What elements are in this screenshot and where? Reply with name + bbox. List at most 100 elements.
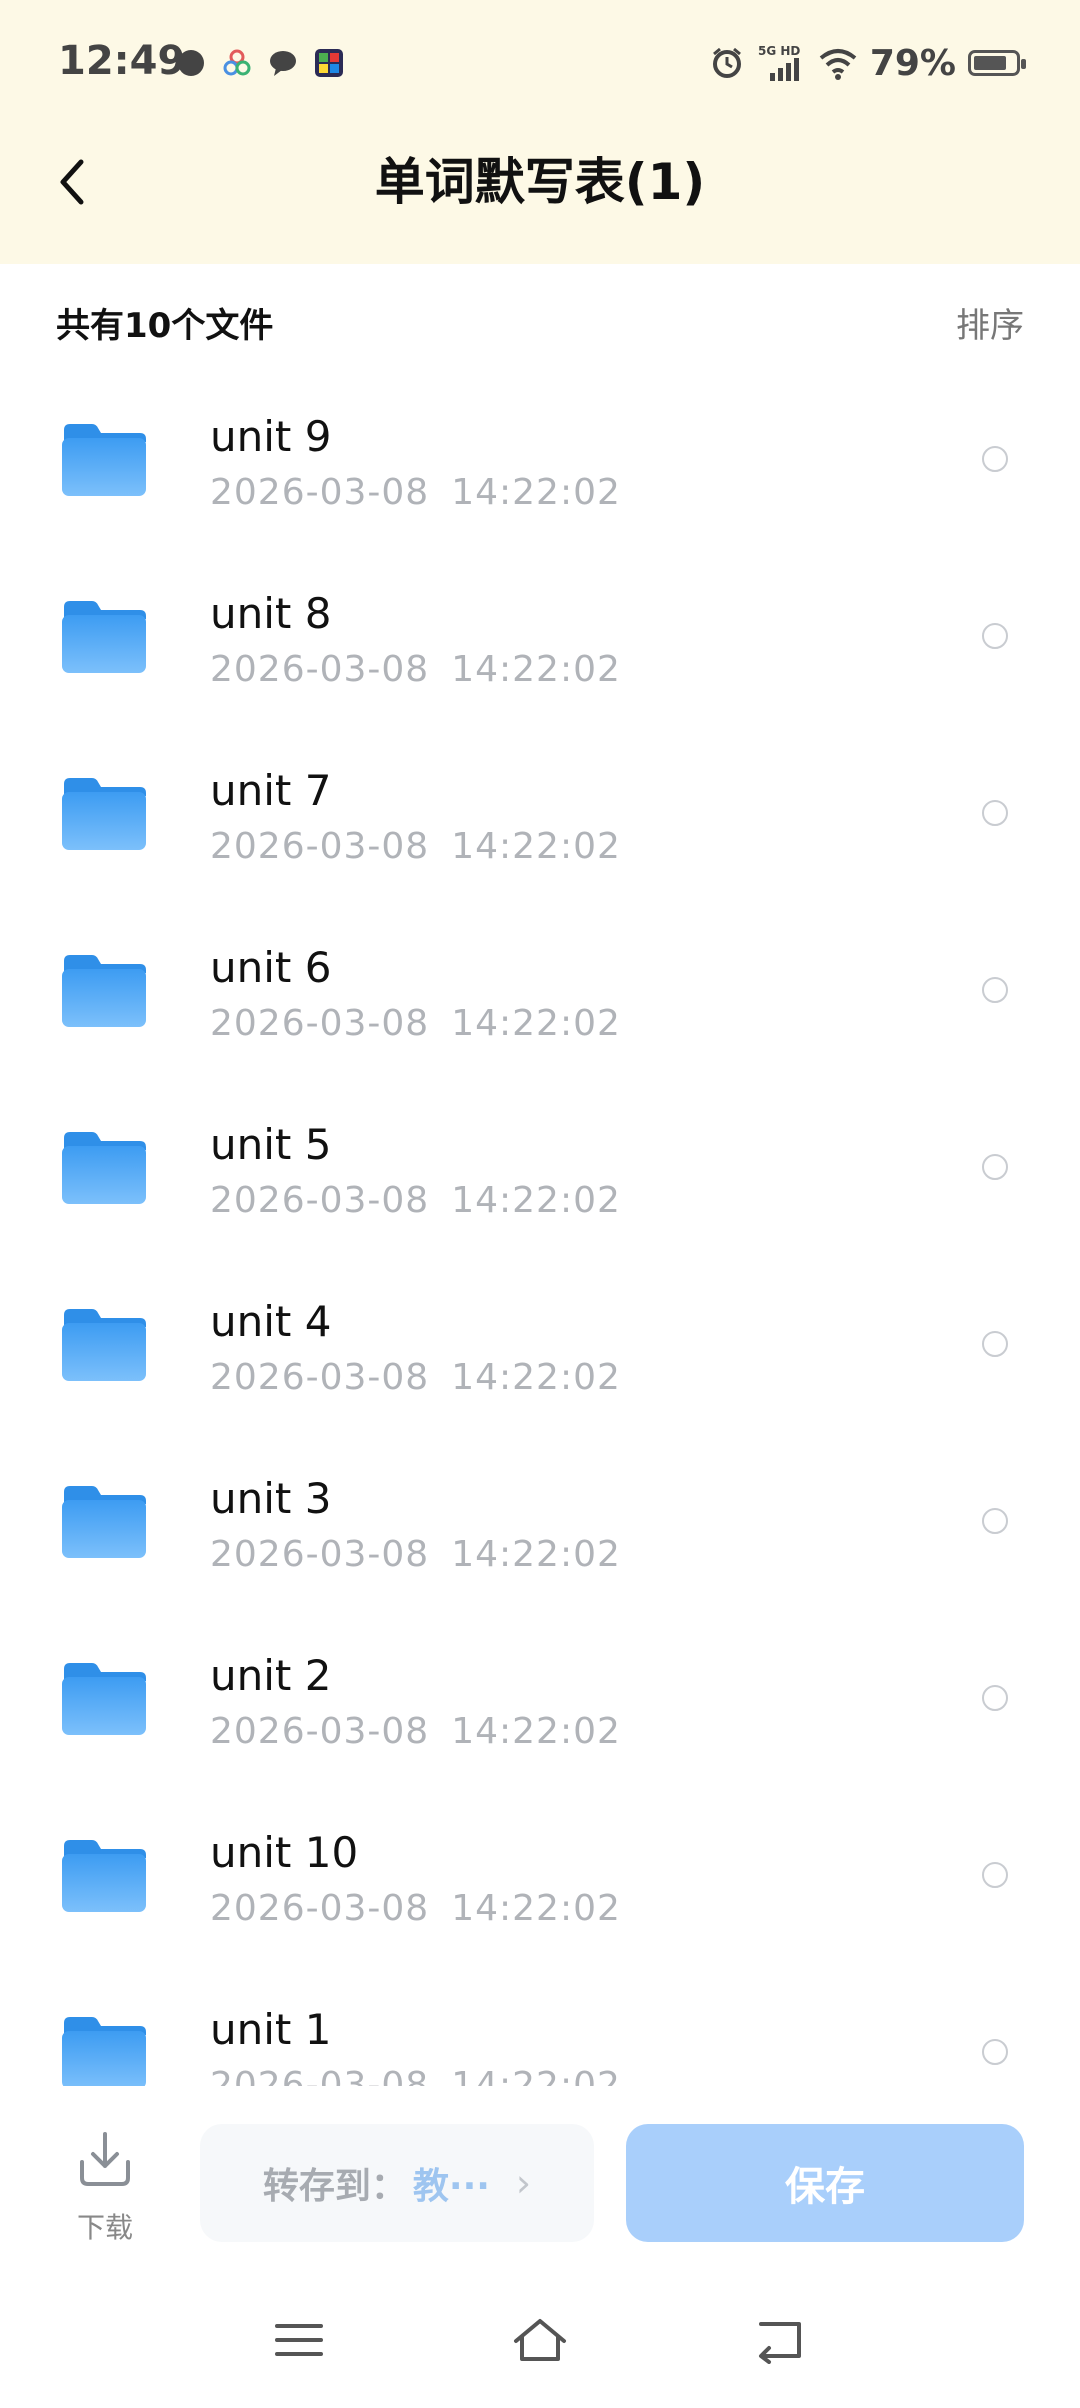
select-radio[interactable]: [982, 977, 1008, 1003]
back-icon: [759, 2322, 801, 2364]
page-title: 单词默写表(1): [374, 153, 706, 211]
file-name: unit 5: [210, 1120, 332, 1169]
file-time: 14:22:02: [451, 472, 621, 513]
file-name: unit 8: [210, 589, 332, 638]
app-grid-icon: [315, 49, 343, 77]
file-date: 2026-03-08: [210, 826, 430, 867]
file-date: 2026-03-08: [210, 1003, 430, 1044]
battery-percent: 79%: [869, 42, 956, 84]
file-modified: 2026-03-08 14:22:02: [210, 472, 621, 513]
file-row[interactable]: unit 6 2026-03-08 14:22:02: [0, 917, 1080, 1094]
signal-icon: 5G HD: [758, 44, 800, 81]
file-modified: 2026-03-08 14:22:02: [210, 2065, 621, 2086]
file-time: 14:22:02: [451, 1534, 621, 1575]
action-bar: 下载 转存到： 教··· › 保存: [0, 2086, 1080, 2272]
file-row[interactable]: unit 5 2026-03-08 14:22:02: [0, 1094, 1080, 1271]
select-radio[interactable]: [982, 1154, 1008, 1180]
file-modified: 2026-03-08 14:22:02: [210, 1711, 621, 1752]
record-dot-icon: [178, 50, 204, 76]
saveto-button[interactable]: 转存到： 教··· ›: [200, 2124, 594, 2242]
file-date: 2026-03-08: [210, 1357, 430, 1398]
select-radio[interactable]: [982, 1508, 1008, 1534]
file-time: 14:22:02: [451, 1357, 621, 1398]
file-time: 14:22:02: [451, 1003, 621, 1044]
chevron-left-icon: [60, 159, 84, 205]
file-time: 14:22:02: [451, 1711, 621, 1752]
file-time: 14:22:02: [451, 649, 621, 690]
saveto-label: 转存到：: [262, 2166, 407, 2207]
download-icon: [80, 2132, 130, 2186]
status-time: 12:49: [58, 38, 186, 84]
saveto-target: 教···: [412, 2166, 490, 2207]
select-radio[interactable]: [982, 1331, 1008, 1357]
select-radio[interactable]: [982, 2039, 1008, 2065]
select-radio[interactable]: [982, 1685, 1008, 1711]
file-modified: 2026-03-08 14:22:02: [210, 1357, 621, 1398]
file-row[interactable]: unit 8 2026-03-08 14:22:02: [0, 563, 1080, 740]
folder-icon: [62, 1309, 146, 1381]
file-row[interactable]: unit 3 2026-03-08 14:22:02: [0, 1448, 1080, 1625]
download-button[interactable]: 下载: [60, 2130, 150, 2244]
file-date: 2026-03-08: [210, 1711, 430, 1752]
file-name: unit 9: [210, 412, 332, 461]
folder-icon: [62, 955, 146, 1027]
file-row[interactable]: unit 7 2026-03-08 14:22:02: [0, 740, 1080, 917]
top-area: 12:49 5G HD 79% 单词默写表(1): [0, 0, 1080, 264]
folder-icon: [62, 1663, 146, 1735]
file-modified: 2026-03-08 14:22:02: [210, 649, 621, 690]
file-name: unit 3: [210, 1474, 332, 1523]
file-modified: 2026-03-08 14:22:02: [210, 1888, 621, 1929]
file-list: unit 9 2026-03-08 14:22:02 unit 8 2026-03…: [0, 386, 1080, 2086]
file-name: unit 6: [210, 943, 332, 992]
status-right: 5G HD 79%: [710, 38, 1026, 88]
home-icon: [514, 2319, 566, 2361]
file-date: 2026-03-08: [210, 2065, 430, 2086]
nav-bar: [0, 2272, 1080, 2408]
folder-icon: [62, 601, 146, 673]
wifi-icon: [819, 49, 857, 80]
nav-menu-button[interactable]: [264, 2308, 334, 2372]
nav-back-button[interactable]: [745, 2308, 815, 2372]
download-label: 下载: [76, 2211, 133, 2244]
file-row[interactable]: unit 1 2026-03-08 14:22:02: [0, 1979, 1080, 2086]
network-label: 5G HD: [758, 44, 800, 58]
folder-icon: [62, 424, 146, 496]
multicolor-app-icon: [223, 49, 251, 76]
file-modified: 2026-03-08 14:22:02: [210, 1534, 621, 1575]
file-time: 14:22:02: [451, 2065, 621, 2086]
file-modified: 2026-03-08 14:22:02: [210, 1003, 621, 1044]
select-radio[interactable]: [982, 446, 1008, 472]
alarm-icon: [712, 47, 741, 78]
file-time: 14:22:02: [451, 826, 621, 867]
file-date: 2026-03-08: [210, 1180, 430, 1221]
file-name: unit 10: [210, 1828, 359, 1877]
file-row[interactable]: unit 10 2026-03-08 14:22:02: [0, 1802, 1080, 1979]
select-radio[interactable]: [982, 800, 1008, 826]
folder-icon: [62, 1486, 146, 1558]
file-date: 2026-03-08: [210, 472, 430, 513]
nav-home-button[interactable]: [505, 2308, 575, 2372]
file-date: 2026-03-08: [210, 1534, 430, 1575]
folder-icon: [62, 1840, 146, 1912]
file-row[interactable]: unit 4 2026-03-08 14:22:02: [0, 1271, 1080, 1448]
file-time: 14:22:02: [451, 1180, 621, 1221]
back-button[interactable]: [44, 148, 100, 216]
chevron-right-icon: ›: [515, 2161, 532, 2205]
sort-button[interactable]: 排序: [956, 298, 1024, 347]
select-radio[interactable]: [982, 1862, 1008, 1888]
folder-icon: [62, 778, 146, 850]
battery-level: [974, 56, 1006, 70]
file-row[interactable]: unit 9 2026-03-08 14:22:02: [0, 386, 1080, 563]
save-button[interactable]: 保存: [626, 2124, 1024, 2242]
file-time: 14:22:02: [451, 1888, 621, 1929]
file-count: 共有10个文件: [56, 306, 274, 346]
battery-icon: [968, 50, 1026, 76]
file-name: unit 2: [210, 1651, 332, 1700]
folder-icon: [62, 1132, 146, 1204]
file-row[interactable]: unit 2 2026-03-08 14:22:02: [0, 1625, 1080, 1802]
menu-icon: [275, 2324, 323, 2356]
select-radio[interactable]: [982, 623, 1008, 649]
file-modified: 2026-03-08 14:22:02: [210, 1180, 621, 1221]
file-modified: 2026-03-08 14:22:02: [210, 826, 621, 867]
folder-icon: [62, 2017, 146, 2086]
